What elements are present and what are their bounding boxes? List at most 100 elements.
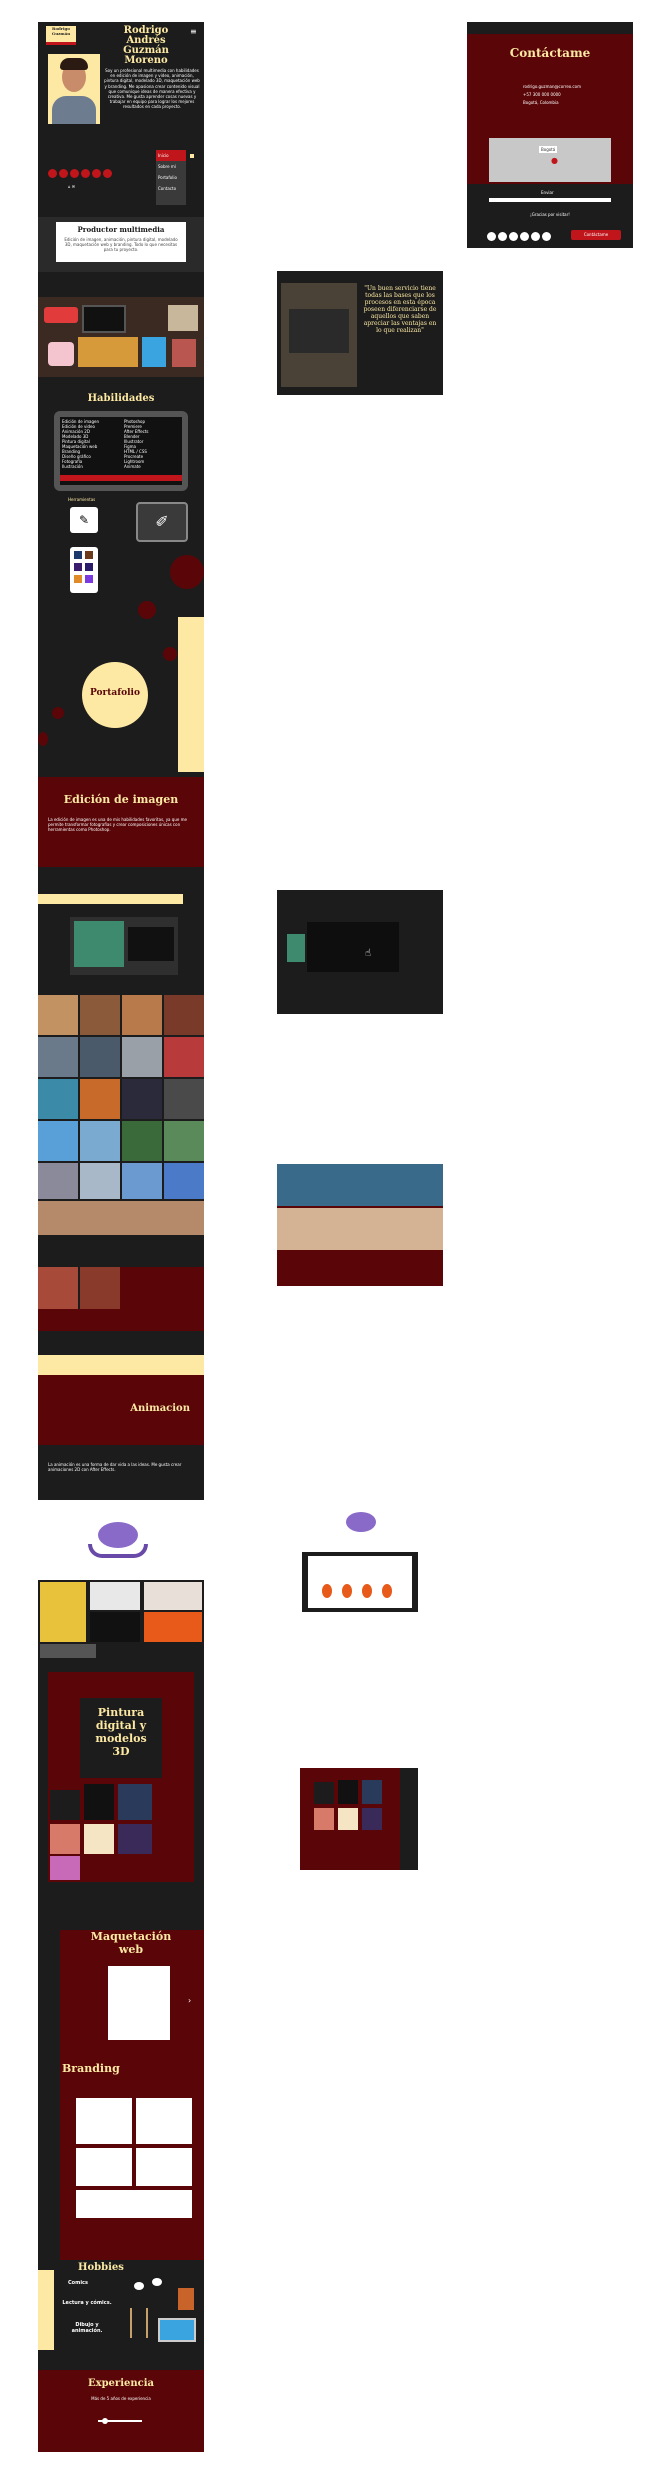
paint-thumb-6 [118, 1824, 152, 1854]
social-icon-6[interactable] [103, 169, 112, 178]
branding-img-4 [136, 2148, 192, 2186]
contact-phone: +57 300 000 0000 [523, 92, 561, 97]
software-icons-tile [70, 547, 98, 593]
grid-img-2 [80, 995, 120, 1035]
figma-icon [85, 575, 93, 583]
anim-img-4 [90, 1612, 140, 1642]
edicion-title: Edición de imagen [63, 793, 179, 806]
social-icon-2[interactable] [59, 169, 68, 178]
portafolio-section: Portafolio [38, 617, 204, 777]
contact-map[interactable]: Bogotá ● [489, 138, 611, 182]
pintura-line2: digital y [95, 1719, 147, 1732]
grid-img-5 [38, 1037, 78, 1077]
contact-social-3[interactable] [509, 232, 518, 241]
paint-preview-right-strip [400, 1768, 418, 1870]
contact-input[interactable] [489, 198, 611, 202]
menu-item-portafolio[interactable]: Portafolio [156, 172, 186, 183]
paint-preview-thumb-4 [314, 1808, 334, 1830]
hobby-illustration [128, 2278, 198, 2348]
quote-panel: "Un buen servicio tiene todas las bases … [277, 271, 443, 395]
skills-highlight-bar [60, 475, 182, 481]
edit-preview-inner [307, 922, 399, 972]
anim-img-6 [40, 1644, 96, 1658]
edicion-text: La edición de imagen es una de mis habil… [48, 817, 187, 832]
photo-hair [60, 58, 88, 70]
product-poster [142, 337, 166, 367]
paint-thumb-7 [50, 1856, 80, 1880]
contact-send-button[interactable]: Enviar [541, 190, 554, 195]
grid-img-4 [164, 995, 204, 1035]
productor-title: Productor multimedia [77, 225, 165, 234]
photo-preview-top [277, 1164, 443, 1206]
photo-body [52, 96, 96, 124]
hobbies-title: Hobbies [78, 2262, 124, 2273]
grid-img-9 [38, 1079, 78, 1119]
grid-img-6 [80, 1037, 120, 1077]
quote-text: "Un buen servicio tiene todas las bases … [363, 285, 437, 334]
grid-img-23 [80, 1267, 120, 1309]
contact-social-5[interactable] [531, 232, 540, 241]
menu-item-contacto[interactable]: Contacto [156, 183, 186, 194]
experiencia-slider-knob[interactable] [102, 2418, 108, 2424]
book-stack [178, 2288, 194, 2310]
chat-button[interactable]: Contáctame [571, 230, 621, 240]
contact-city: Bogotá, Colombia [523, 100, 559, 105]
photo-preview-bottom [277, 1208, 443, 1250]
site-logo[interactable]: Rodrigo Guzmán [46, 26, 76, 45]
maquetacion-line1: Maquetación [90, 1930, 172, 1943]
animacion-octopus [88, 1522, 148, 1562]
ps-icon [74, 551, 82, 559]
blender-icon [74, 575, 82, 583]
edit-preview-panel: ☝ [277, 890, 443, 1014]
experiencia-text: Más de 5 años de experiencia [91, 2396, 151, 2401]
paint-preview-thumb-3 [362, 1780, 382, 1804]
paint-thumb-4 [50, 1824, 80, 1854]
octopus-tentacles [88, 1544, 148, 1558]
name-line4: Moreno [124, 55, 168, 66]
contact-social-2[interactable] [498, 232, 507, 241]
grid-img-19 [122, 1163, 162, 1199]
paint-preview-thumb-2 [338, 1780, 358, 1804]
pr-icon [74, 563, 82, 571]
maquetacion-next-icon[interactable]: › [188, 1996, 191, 2005]
menu-item-inicio[interactable]: Inicio [156, 150, 186, 161]
animation-grid [38, 1580, 204, 1660]
maquetacion-left-strip [38, 1930, 60, 2060]
menu-item-sobre-mi[interactable]: Sobre mí [156, 161, 186, 172]
maquetacion-preview[interactable] [108, 1966, 170, 2040]
pintura-section: Pintura digital y modelos 3D [48, 1672, 194, 1882]
social-icon-1[interactable] [48, 169, 57, 178]
tools-label: Herramientas [68, 497, 96, 502]
contact-header: Contáctame rodrigo.guzman@correo.com +57… [467, 34, 633, 184]
hero-section: Rodrigo Guzmán ≡ Rodrigo Andrés Guzmán M… [38, 22, 204, 217]
contact-social-6[interactable] [542, 232, 551, 241]
product-console [44, 307, 78, 323]
animacion-section: Animacion [38, 1375, 204, 1445]
deco-circle-5 [38, 732, 48, 746]
branding-img-5 [76, 2190, 192, 2218]
grid-img-11 [122, 1079, 162, 1119]
contact-social-4[interactable] [520, 232, 529, 241]
paint-preview-thumb-5 [338, 1808, 358, 1830]
social-icon-5[interactable] [92, 169, 101, 178]
anim-preview-char-2 [342, 1584, 352, 1598]
main-column: Rodrigo Guzmán ≡ Rodrigo Andrés Guzmán M… [38, 22, 204, 2452]
anim-preview-char-4 [382, 1584, 392, 1598]
skills-screen: Edición de imagen Edición de video Anima… [60, 417, 182, 485]
edicion-preview-right [128, 927, 174, 961]
pintura-line3: modelos [95, 1732, 147, 1745]
skill-right-9: Animate [124, 464, 141, 469]
contact-social-row [487, 232, 557, 242]
social-icon-3[interactable] [70, 169, 79, 178]
anim-img-1 [40, 1582, 86, 1642]
branding-left-strip [38, 2060, 60, 2260]
habilidades-title: Habilidades [87, 393, 155, 404]
map-label: Bogotá [539, 146, 558, 153]
paint-preview-thumb-1 [314, 1782, 334, 1804]
grid-img-21 [38, 1201, 204, 1235]
products-image [38, 297, 204, 377]
social-icon-4[interactable] [81, 169, 90, 178]
paint-preview-panel [300, 1768, 418, 1870]
contact-social-1[interactable] [487, 232, 496, 241]
speech-bubble-2 [152, 2278, 162, 2286]
